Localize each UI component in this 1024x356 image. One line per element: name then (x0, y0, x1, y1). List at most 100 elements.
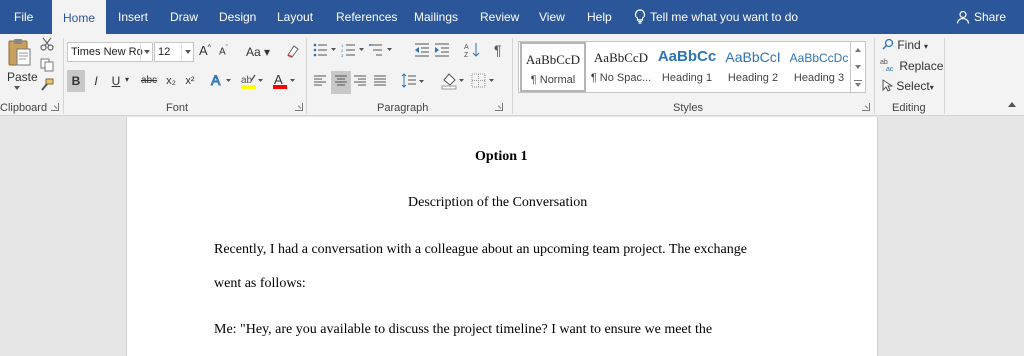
tell-me-search[interactable]: Tell me what you want to do (634, 0, 798, 34)
find-button[interactable]: Find ▾ (882, 38, 928, 52)
tab-design[interactable]: Design (219, 0, 256, 34)
styles-dialog-launcher-icon[interactable] (862, 103, 870, 111)
change-case-label: Aa (246, 45, 261, 59)
paste-icon[interactable] (6, 38, 32, 71)
line-spacing-icon[interactable] (401, 73, 427, 92)
document-canvas: Option 1 Description of the Conversation… (0, 117, 1024, 356)
style-heading-2[interactable]: AaBbCcI Heading 2 (720, 42, 786, 92)
document-subtitle: Description of the Conversation (408, 195, 588, 210)
scroll-up-icon[interactable] (855, 48, 861, 52)
shrink-font-icon[interactable]: Aˇ (219, 45, 228, 57)
document-page[interactable]: Option 1 Description of the Conversation… (126, 117, 878, 356)
multilevel-list-icon[interactable] (369, 43, 395, 60)
paragraph-group-label: Paragraph (377, 102, 429, 114)
group-divider (63, 38, 64, 114)
person-icon (956, 10, 970, 24)
chevron-down-icon[interactable] (140, 43, 152, 61)
tab-view[interactable]: View (539, 0, 565, 34)
paragraph-line: Recently, I had a conversation with a co… (214, 242, 747, 257)
editing-group-label: Editing (892, 102, 926, 114)
font-size-combo[interactable]: 12 (154, 42, 194, 62)
justify-icon[interactable] (373, 74, 387, 91)
tab-references[interactable]: References (336, 0, 397, 34)
font-name-value: Times New Ro (71, 46, 143, 58)
tab-draw[interactable]: Draw (170, 0, 198, 34)
svg-text:A: A (274, 72, 283, 87)
change-case-button[interactable]: Aa ▾ (246, 45, 270, 59)
more-styles-arrow-icon[interactable] (855, 83, 861, 87)
style-name-label: Heading 2 (727, 72, 779, 84)
style-sample-text: AaBbCcD (525, 52, 581, 67)
style-name-label: Heading 3 (793, 72, 845, 84)
find-icon (882, 38, 894, 50)
clipboard-dialog-launcher-icon[interactable] (51, 103, 59, 111)
decrease-indent-icon[interactable] (414, 43, 430, 60)
replace-button[interactable]: ab ac Replace (880, 58, 943, 73)
svg-text:ac: ac (886, 66, 894, 72)
borders-icon[interactable] (471, 73, 497, 92)
superscript-button[interactable]: x² (181, 70, 199, 92)
select-button[interactable]: Select▾ (882, 79, 934, 93)
style-sample-text: AaBbCcD (593, 50, 649, 65)
strikethrough-button[interactable]: abc (138, 70, 160, 92)
styles-gallery-scroll[interactable] (851, 41, 866, 93)
title-tab-bar: File Home Insert Draw Design Layout Refe… (0, 0, 1024, 34)
share-button[interactable]: Share (956, 0, 1006, 34)
document-title: Option 1 (475, 149, 528, 164)
paragraph-line: Me: "Hey, are you available to discuss t… (214, 322, 713, 337)
style-sample-text: AaBbCcI (725, 49, 781, 65)
scroll-down-icon[interactable] (855, 65, 861, 69)
style-heading-3[interactable]: AaBbCcDc Heading 3 (786, 42, 852, 92)
tab-insert[interactable]: Insert (118, 0, 148, 34)
chevron-down-icon[interactable] (181, 43, 193, 61)
clear-formatting-icon[interactable] (284, 44, 300, 61)
shading-icon[interactable] (441, 72, 467, 93)
cursor-icon (882, 79, 894, 92)
styles-gallery[interactable]: AaBbCcD ¶ Normal AaBbCcD ¶ No Spac... Aa… (518, 41, 851, 93)
tab-help[interactable]: Help (587, 0, 612, 34)
highlight-color-icon[interactable]: ab (240, 72, 264, 93)
format-painter-icon[interactable] (40, 78, 54, 95)
underline-dropdown-icon[interactable]: ▾ (125, 75, 129, 84)
underline-button[interactable]: U (107, 70, 125, 92)
style-heading-1[interactable]: AaBbCc Heading 1 (654, 42, 720, 92)
style-name-label: ¶ Normal (530, 74, 576, 86)
paste-dropdown-arrow-icon[interactable] (14, 86, 20, 90)
more-styles-icon[interactable] (854, 80, 862, 81)
style-sample-text: AaBbCc (657, 48, 717, 65)
bold-button[interactable]: B (67, 70, 85, 92)
numbering-icon[interactable]: 123 (341, 43, 367, 60)
grow-font-icon[interactable]: A^ (199, 43, 211, 58)
show-formatting-marks-icon[interactable]: ¶ (494, 42, 502, 58)
font-dialog-launcher-icon[interactable] (295, 103, 303, 111)
align-right-icon[interactable] (353, 74, 367, 91)
paragraph-dialog-launcher-icon[interactable] (495, 103, 503, 111)
select-label: Select (896, 79, 930, 93)
sort-icon[interactable]: AZ (464, 42, 480, 61)
style-no-spacing[interactable]: AaBbCcD ¶ No Spac... (588, 42, 654, 92)
tab-review[interactable]: Review (480, 0, 519, 34)
copy-icon[interactable] (40, 58, 54, 75)
share-label: Share (974, 10, 1007, 24)
cut-icon[interactable] (40, 37, 54, 54)
tab-home[interactable]: Home (52, 0, 106, 34)
tab-layout[interactable]: Layout (277, 0, 313, 34)
font-name-combo[interactable]: Times New Ro (67, 42, 153, 62)
collapse-ribbon-icon[interactable] (1008, 102, 1016, 107)
style-normal[interactable]: AaBbCcD ¶ Normal (520, 42, 586, 92)
align-left-icon[interactable] (313, 74, 327, 91)
align-center-icon[interactable] (331, 71, 351, 94)
ribbon: Paste Clipboard Times New Ro 12 A^ Aˇ Aa… (0, 34, 1024, 116)
paste-button[interactable]: Paste (7, 70, 38, 84)
increase-indent-icon[interactable] (434, 43, 450, 60)
tab-mailings[interactable]: Mailings (414, 0, 458, 34)
font-size-value: 12 (158, 46, 171, 58)
bullets-icon[interactable] (313, 43, 339, 60)
text-effects-icon[interactable]: A (210, 72, 232, 91)
tab-file[interactable]: File (14, 0, 33, 34)
svg-text:3: 3 (341, 53, 344, 57)
italic-button[interactable]: I (87, 70, 105, 92)
style-name-label: Heading 1 (661, 72, 713, 84)
font-color-icon[interactable]: A (272, 72, 296, 93)
subscript-button[interactable]: x₂ (162, 70, 180, 92)
